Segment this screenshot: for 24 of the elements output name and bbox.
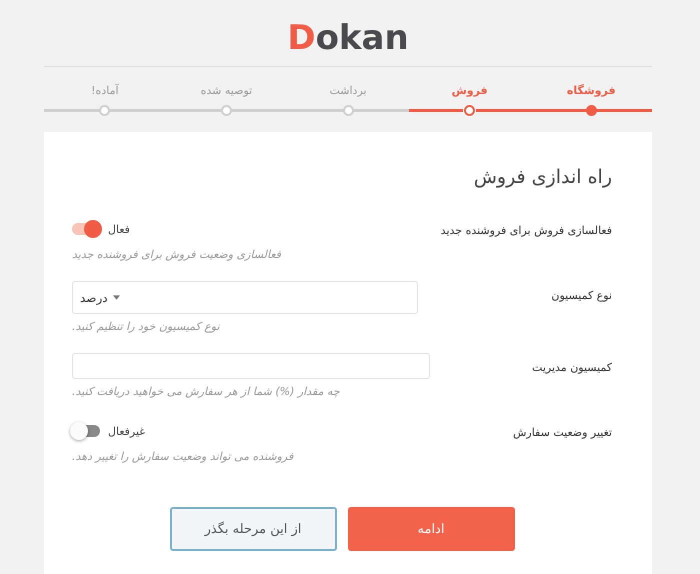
toggle-switch[interactable] [72, 425, 100, 437]
help-text: چه مقدار (%) شما از هر سفارش می خواهید دریافت کنید. [72, 385, 340, 398]
select-field[interactable]: درصد [72, 281, 418, 314]
section-heading: راه اندازی فروش [472, 166, 612, 188]
help-text: نوع کمیسیون خود را تنظیم کنید. [72, 320, 220, 333]
step-label[interactable]: فروشگاه [566, 82, 616, 100]
input-field[interactable] [72, 353, 430, 379]
help-text: فعالسازی وضعیت فروش برای فروشنده جدید [72, 248, 281, 261]
toggle-label: فعال [108, 222, 130, 236]
step-label[interactable]: توصیه شده [200, 82, 252, 100]
step-label[interactable]: برداشت [329, 82, 367, 100]
toggle-label: غیرفعال [108, 424, 146, 438]
caret-icon [112, 295, 120, 300]
toggle-switch[interactable] [72, 223, 100, 235]
field-label: تغییر وضعیت سفارش [512, 425, 612, 441]
help-text: فروشنده می تواند وضعیت سفارش را تغییر دهد. [72, 450, 294, 463]
field-label: فعالسازی فروش برای فروشنده جدید [440, 223, 612, 239]
field-label: کمیسیون مدیریت [531, 360, 612, 376]
logo: Dokan [287, 17, 409, 60]
step-label[interactable]: آماده! [91, 82, 119, 100]
continue-button[interactable]: ادامه [348, 507, 514, 551]
step-label[interactable]: فروش [452, 82, 488, 100]
field-label: نوع کمیسیون [550, 288, 612, 304]
skip-button[interactable]: از این مرحله بگذر [170, 507, 336, 551]
